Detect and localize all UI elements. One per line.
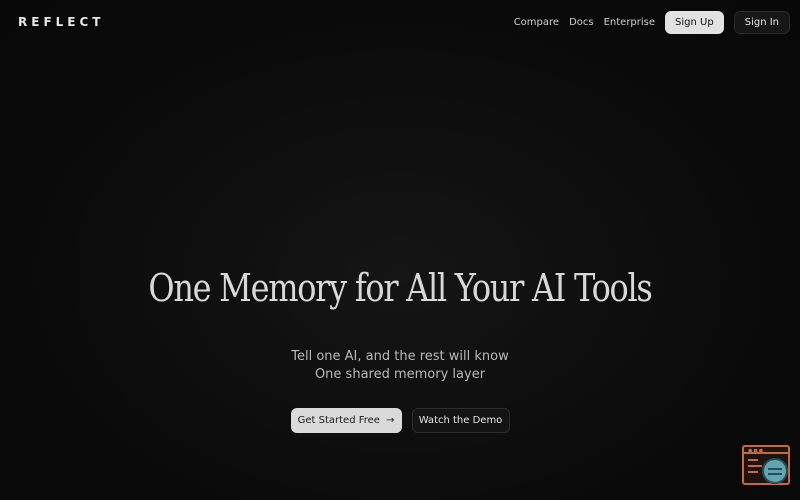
arrow-right-icon: →: [385, 415, 395, 426]
logo[interactable]: REFLECT: [18, 15, 104, 29]
nav-link-docs[interactable]: Docs: [569, 17, 594, 28]
sign-in-button[interactable]: Sign In: [733, 10, 790, 34]
nav-right: Compare Docs Enterprise Sign Up Sign In: [514, 10, 790, 34]
watch-demo-button[interactable]: Watch the Demo: [411, 408, 510, 433]
hero-subtitle-line1: Tell one AI, and the rest will know: [291, 349, 509, 364]
top-nav: REFLECT Compare Docs Enterprise Sign Up …: [0, 0, 800, 44]
chat-widget-icon[interactable]: ●●●: [742, 445, 790, 485]
widget-bubble-line-2: [768, 473, 782, 475]
widget-line-2: [748, 465, 762, 467]
widget-line-1: [748, 459, 758, 461]
sign-up-button[interactable]: Sign Up: [665, 10, 724, 34]
widget-dots: ●●●: [748, 448, 765, 454]
get-started-label: Get Started Free: [297, 415, 380, 426]
hero-subtitle-line2: One shared memory layer: [314, 367, 486, 382]
widget-line-3: [748, 471, 758, 473]
widget-chat-bubble: [762, 458, 788, 484]
widget-bubble-line-1: [768, 468, 782, 470]
widget-titlebar: ●●●: [744, 447, 788, 454]
nav-link-enterprise[interactable]: Enterprise: [604, 17, 655, 28]
nav-link-compare[interactable]: Compare: [514, 17, 559, 28]
hero-title: One Memory for All Your AI Tools: [148, 266, 652, 310]
get-started-button[interactable]: Get Started Free →: [290, 408, 402, 433]
cta-row: Get Started Free → Watch the Demo: [0, 408, 800, 433]
